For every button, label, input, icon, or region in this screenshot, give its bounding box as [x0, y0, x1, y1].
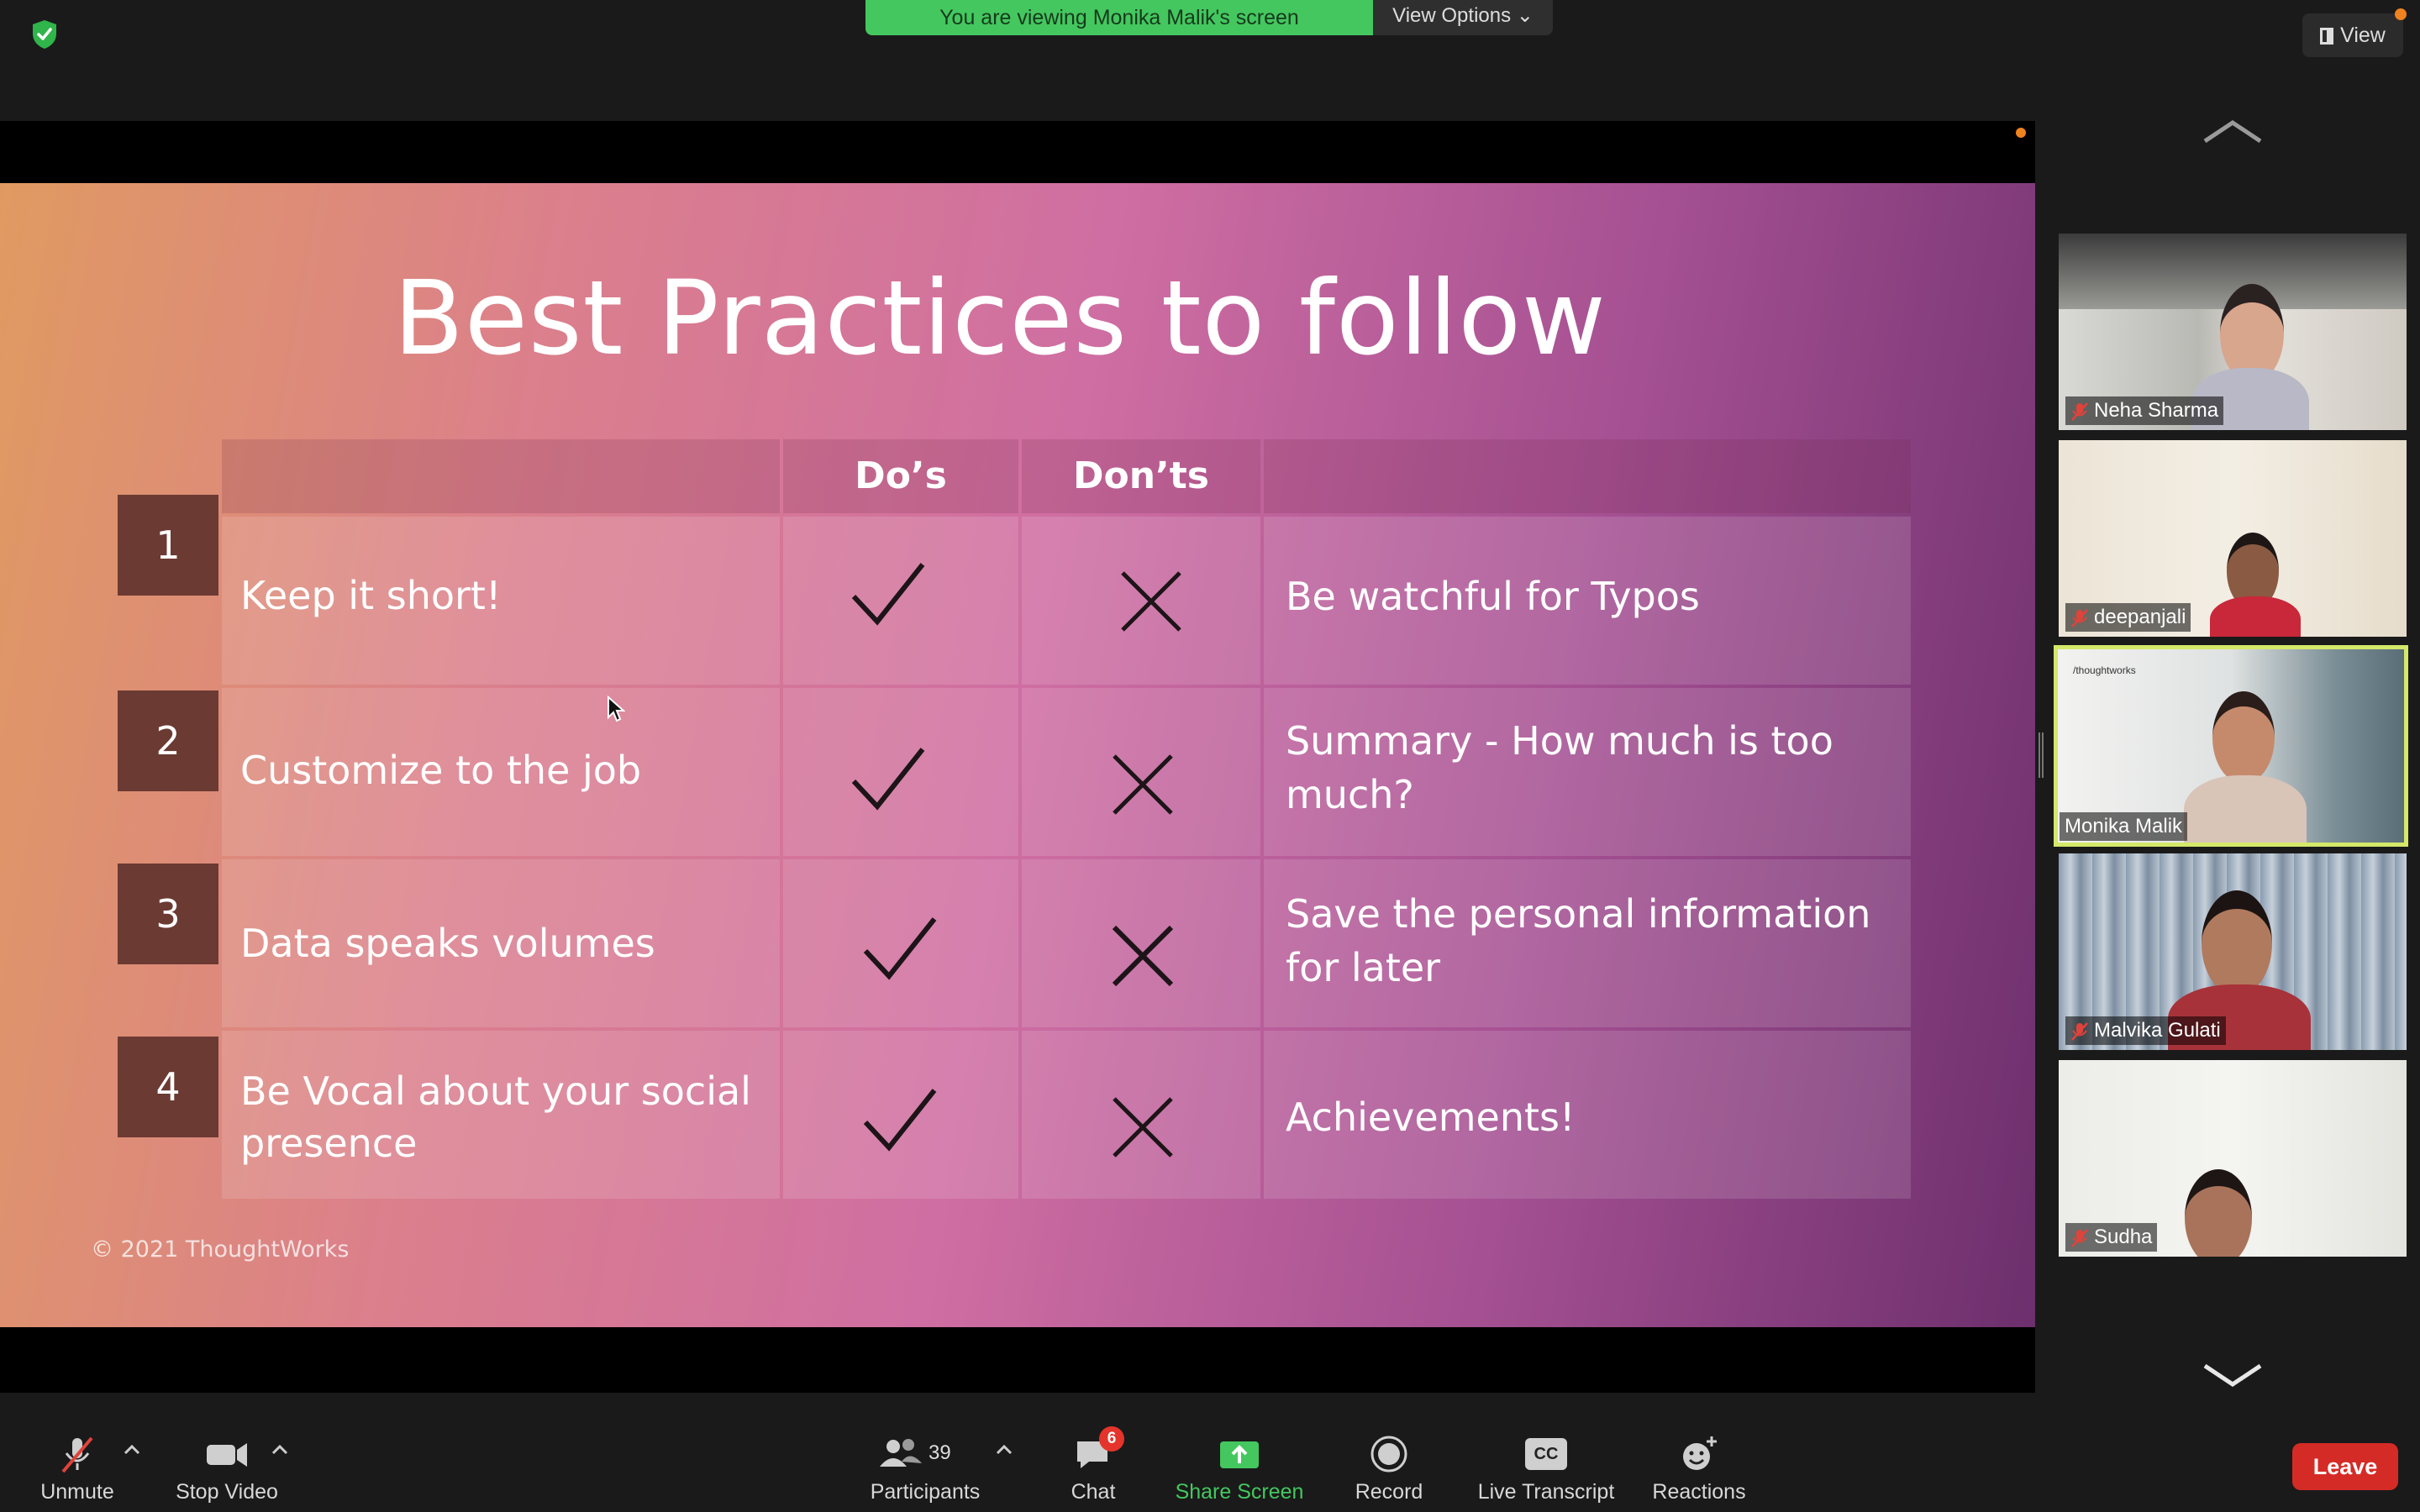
record-label: Record [1355, 1480, 1423, 1504]
checkmark-icon [851, 563, 925, 626]
row-note: Save the personal information for later [1286, 891, 1871, 990]
chat-unread-badge: 6 [1099, 1426, 1124, 1452]
view-button[interactable]: View [2302, 13, 2403, 57]
audio-options-caret-icon[interactable] [123, 1443, 141, 1457]
video-camera-icon [207, 1443, 247, 1467]
participant-head [2202, 890, 2272, 996]
participant-name: Neha Sharma [2065, 396, 2224, 425]
row-number: 3 [118, 864, 218, 964]
record-icon [1370, 1436, 1407, 1473]
cross-icon [1113, 754, 1173, 815]
leave-button[interactable]: Leave [2292, 1443, 2398, 1490]
muted-mic-icon [61, 1436, 93, 1473]
recording-indicator-dot [2016, 128, 2026, 138]
record-button[interactable]: Record [1349, 1433, 1428, 1504]
participants-count: 39 [929, 1441, 951, 1464]
unmute-label: Unmute [40, 1480, 114, 1504]
video-options-caret-icon[interactable] [271, 1443, 289, 1457]
slide-title: Best Practices to follow [393, 259, 1607, 378]
share-screen-button[interactable]: Share Screen [1171, 1433, 1307, 1504]
row-note: Summary - How much is too much? [1286, 718, 1833, 817]
virtual-background-logo: /thoughtworks [2073, 664, 2136, 676]
participant-tile[interactable]: Sudha [2059, 1060, 2407, 1257]
table-header-dos: Do’s [783, 439, 1018, 513]
participant-name: deepanjali [2065, 603, 2191, 632]
cross-icon [1112, 925, 1174, 987]
smiley-plus-icon [1683, 1436, 1717, 1470]
participant-tile[interactable]: deepanjali [2059, 440, 2407, 637]
unmute-button[interactable]: Unmute [25, 1433, 129, 1504]
scroll-up-chevron-icon[interactable] [2202, 119, 2264, 144]
muted-mic-icon [2071, 402, 2088, 421]
participant-name: Malvika Gulati [2065, 1016, 2226, 1045]
stop-video-button[interactable]: Stop Video [168, 1433, 286, 1504]
participant-body [2210, 596, 2301, 637]
row-text: Data speaks volumes [240, 921, 655, 966]
stop-video-label: Stop Video [176, 1480, 278, 1504]
checkmark-icon [863, 1089, 937, 1152]
scroll-down-chevron-icon[interactable] [2202, 1362, 2264, 1388]
share-screen-icon [1220, 1441, 1259, 1468]
row-number: 4 [118, 1037, 218, 1137]
panel-resize-handle[interactable] [2039, 732, 2044, 778]
slide-copyright: © 2021 ThoughtWorks [91, 1236, 350, 1263]
people-icon [880, 1439, 922, 1467]
muted-mic-icon [2071, 608, 2088, 627]
row-note: Achievements! [1286, 1095, 1576, 1140]
muted-mic-icon [2071, 1021, 2088, 1041]
participant-tile[interactable]: Malvika Gulati [2059, 853, 2407, 1050]
table-header-notes [1264, 439, 1911, 513]
view-options-button[interactable]: View Options ⌄ [1373, 0, 1553, 35]
viewing-banner: You are viewing Monika Malik's screen [865, 0, 1373, 35]
notification-dot [2395, 8, 2407, 20]
cross-icon [1121, 571, 1181, 632]
row-note: Be watchful for Typos [1286, 574, 1700, 619]
participant-head [2212, 691, 2275, 784]
participant-body [2184, 775, 2307, 843]
view-layout-icon [2320, 28, 2334, 45]
reactions-button[interactable]: Reactions [1649, 1433, 1749, 1504]
row-text: Customize to the job [240, 748, 642, 793]
view-button-label: View [2340, 24, 2386, 47]
chat-label: Chat [1071, 1480, 1116, 1504]
cross-icon [1113, 1097, 1173, 1158]
participant-name: Sudha [2065, 1223, 2158, 1252]
muted-mic-icon [2071, 1228, 2088, 1247]
row-text: Be Vocal about your social presence [240, 1068, 751, 1166]
row-number: 2 [118, 690, 218, 791]
shield-icon[interactable] [30, 18, 59, 50]
presentation-slide: Best Practices to follow Do’s Don’ts 1 K… [0, 183, 2035, 1327]
participant-name: Monika Malik [2060, 812, 2188, 841]
checkmark-icon [851, 748, 925, 811]
participants-label: Participants [870, 1480, 981, 1504]
participants-options-caret-icon[interactable] [995, 1443, 1013, 1457]
share-screen-label: Share Screen [1175, 1480, 1304, 1504]
table-header-donts: Don’ts [1022, 439, 1260, 513]
participant-head [2185, 1169, 2252, 1257]
participants-button[interactable]: 39 Participants [864, 1433, 986, 1504]
participant-tile-active-speaker[interactable]: /thoughtworks Monika Malik [2054, 645, 2408, 847]
closed-caption-icon: CC [1525, 1438, 1567, 1470]
live-transcript-button[interactable]: CC Live Transcript [1472, 1433, 1620, 1504]
checkmark-icon [863, 917, 937, 980]
reactions-label: Reactions [1652, 1480, 1746, 1504]
row-text: Keep it short! [240, 573, 502, 618]
row-number: 1 [118, 495, 218, 596]
mouse-cursor-icon [608, 696, 625, 722]
table-header-blank [222, 439, 780, 513]
participants-icon-group: 39 [875, 1433, 976, 1475]
participant-tile[interactable]: Neha Sharma [2059, 234, 2407, 430]
live-transcript-label: Live Transcript [1477, 1480, 1615, 1504]
